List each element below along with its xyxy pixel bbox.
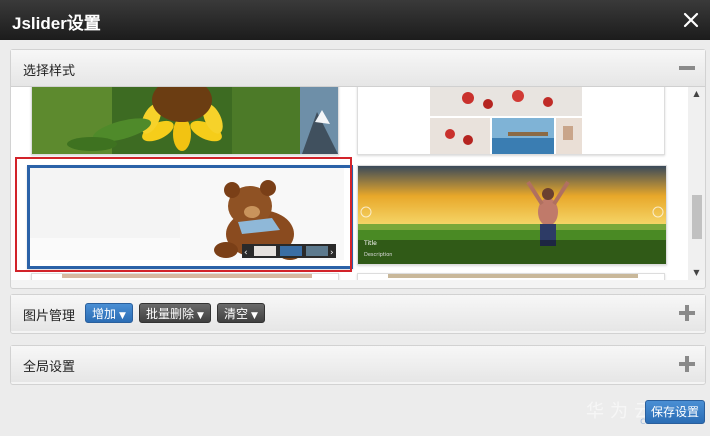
scroll-down-arrow-icon[interactable]: ▼	[688, 266, 705, 280]
slider-caption-title: Title	[364, 240, 377, 247]
plus-icon[interactable]	[679, 356, 695, 372]
save-settings-button[interactable]: 保存设置	[645, 400, 705, 424]
style-thumb-collage[interactable]	[357, 87, 665, 155]
global-settings-panel: 全局设置	[10, 345, 706, 385]
style-list-scrollbar[interactable]: ▲ ▼	[688, 87, 705, 280]
image-management-panel-header[interactable]: 图片管理 增加 ▼ 批量删除 ▼ 清空 ▼	[11, 295, 705, 331]
close-icon[interactable]	[680, 9, 702, 31]
style-thumb-sunrise[interactable]: Title Description	[357, 165, 667, 265]
dialog-titlebar: Jslider设置	[0, 0, 710, 40]
image-management-panel: 图片管理 增加 ▼ 批量删除 ▼ 清空 ▼	[10, 294, 706, 334]
image-management-label: 图片管理	[23, 309, 76, 324]
dropdown-arrow-icon: ▼	[119, 311, 126, 321]
add-image-button[interactable]: 增加 ▼	[85, 303, 133, 323]
plus-icon[interactable]	[679, 305, 695, 321]
scroll-thumb[interactable]	[692, 195, 702, 239]
global-settings-panel-header[interactable]: 全局设置	[11, 346, 705, 382]
clear-images-button[interactable]: 清空 ▼	[217, 303, 265, 323]
scroll-up-arrow-icon[interactable]: ▲	[688, 87, 705, 101]
style-thumb-sunflower[interactable]	[31, 87, 339, 155]
batch-delete-button[interactable]: 批量删除 ▼	[139, 303, 211, 323]
batch-delete-button-label: 批量删除	[146, 307, 195, 321]
selected-style-highlight	[15, 157, 352, 272]
dropdown-arrow-icon: ▼	[251, 311, 258, 321]
dropdown-arrow-icon: ▼	[197, 311, 204, 321]
collage-image	[358, 87, 664, 154]
partial-thumb-image	[62, 274, 312, 278]
dialog-title: Jslider设置	[12, 14, 101, 33]
global-settings-label: 全局设置	[23, 360, 76, 375]
sunrise-field-image	[358, 166, 666, 264]
style-thumb-partial-left[interactable]	[31, 273, 339, 280]
add-image-button-label: 增加	[92, 307, 117, 321]
partial-thumb-image	[388, 274, 638, 278]
slider-caption-description: Description	[364, 252, 393, 258]
style-panel-label: 选择样式	[23, 64, 76, 79]
clear-images-button-label: 清空	[224, 307, 249, 321]
style-panel-header[interactable]: 选择样式	[11, 50, 705, 87]
style-thumb-partial-right[interactable]	[357, 273, 665, 280]
sunflower-image	[32, 87, 338, 154]
minus-icon[interactable]	[679, 60, 695, 76]
style-panel: 选择样式 ‹ › Title Description ▲ ▼	[10, 49, 706, 289]
style-thumbnail-list[interactable]: ‹ › Title Description	[11, 87, 688, 280]
dialog-body: 选择样式 ‹ › Title Description ▲ ▼ 图片管理 增加 ▼…	[0, 40, 710, 436]
